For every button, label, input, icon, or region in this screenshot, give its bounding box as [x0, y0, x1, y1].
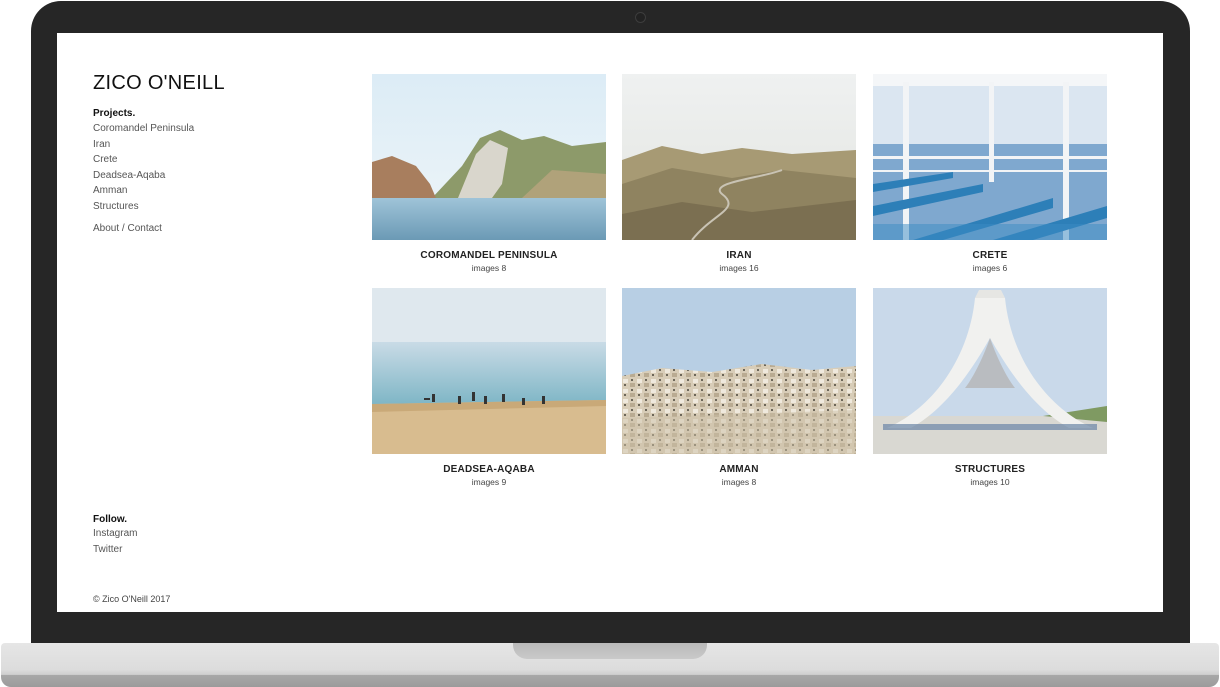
- nav-item-crete[interactable]: Crete: [93, 152, 194, 168]
- twitter-link[interactable]: Twitter: [93, 542, 137, 558]
- thumbnail-coromandel-peninsula[interactable]: [372, 74, 606, 240]
- laptop-notch: [513, 643, 707, 659]
- card-title: COROMANDEL PENINSULA: [420, 250, 558, 261]
- gallery-card-iran[interactable]: IRAN images 16: [622, 74, 856, 273]
- follow-heading: Follow.: [93, 514, 128, 525]
- projects-nav: Coromandel Peninsula Iran Crete Deadsea-…: [93, 121, 194, 214]
- nav-item-iran[interactable]: Iran: [93, 137, 194, 153]
- card-count: images 10: [970, 477, 1010, 487]
- about-contact-link[interactable]: About / Contact: [93, 223, 162, 234]
- gallery-card-deadsea-aqaba[interactable]: DEADSEA-AQABA images 9: [372, 288, 606, 487]
- projects-heading: Projects.: [93, 108, 136, 119]
- thumbnail-structures[interactable]: [873, 288, 1107, 454]
- gallery-card-amman[interactable]: AMMAN images 8: [622, 288, 856, 487]
- gallery-card-structures[interactable]: STRUCTURES images 10: [873, 288, 1107, 487]
- nav-item-deadsea-aqaba[interactable]: Deadsea-Aqaba: [93, 168, 194, 184]
- copyright-text: © Zico O'Neill 2017: [93, 594, 171, 604]
- camera-icon: [635, 12, 646, 23]
- card-title: CRETE: [972, 250, 1008, 261]
- site-brand[interactable]: ZICO O'NEILL: [93, 72, 225, 95]
- card-title: DEADSEA-AQABA: [443, 464, 535, 475]
- card-title: IRAN: [726, 250, 752, 261]
- nav-item-coromandel-peninsula[interactable]: Coromandel Peninsula: [93, 121, 194, 137]
- thumbnail-crete[interactable]: [873, 74, 1107, 240]
- website-screen: ZICO O'NEILL Projects. Coromandel Penins…: [57, 33, 1163, 612]
- thumbnail-amman[interactable]: [622, 288, 856, 454]
- nav-item-amman[interactable]: Amman: [93, 183, 194, 199]
- card-count: images 8: [721, 477, 757, 487]
- thumbnail-deadsea-aqaba[interactable]: [372, 288, 606, 454]
- card-count: images 16: [719, 263, 759, 273]
- nav-item-structures[interactable]: Structures: [93, 199, 194, 215]
- thumbnail-iran[interactable]: [622, 74, 856, 240]
- social-nav: Instagram Twitter: [93, 526, 137, 557]
- card-title: STRUCTURES: [954, 464, 1026, 475]
- card-title: AMMAN: [719, 464, 759, 475]
- gallery-card-crete[interactable]: CRETE images 6: [873, 74, 1107, 273]
- instagram-link[interactable]: Instagram: [93, 526, 137, 542]
- card-count: images 8: [471, 263, 507, 273]
- gallery-card-coromandel-peninsula[interactable]: COROMANDEL PENINSULA images 8: [372, 74, 606, 273]
- card-count: images 6: [972, 263, 1008, 273]
- card-count: images 9: [471, 477, 507, 487]
